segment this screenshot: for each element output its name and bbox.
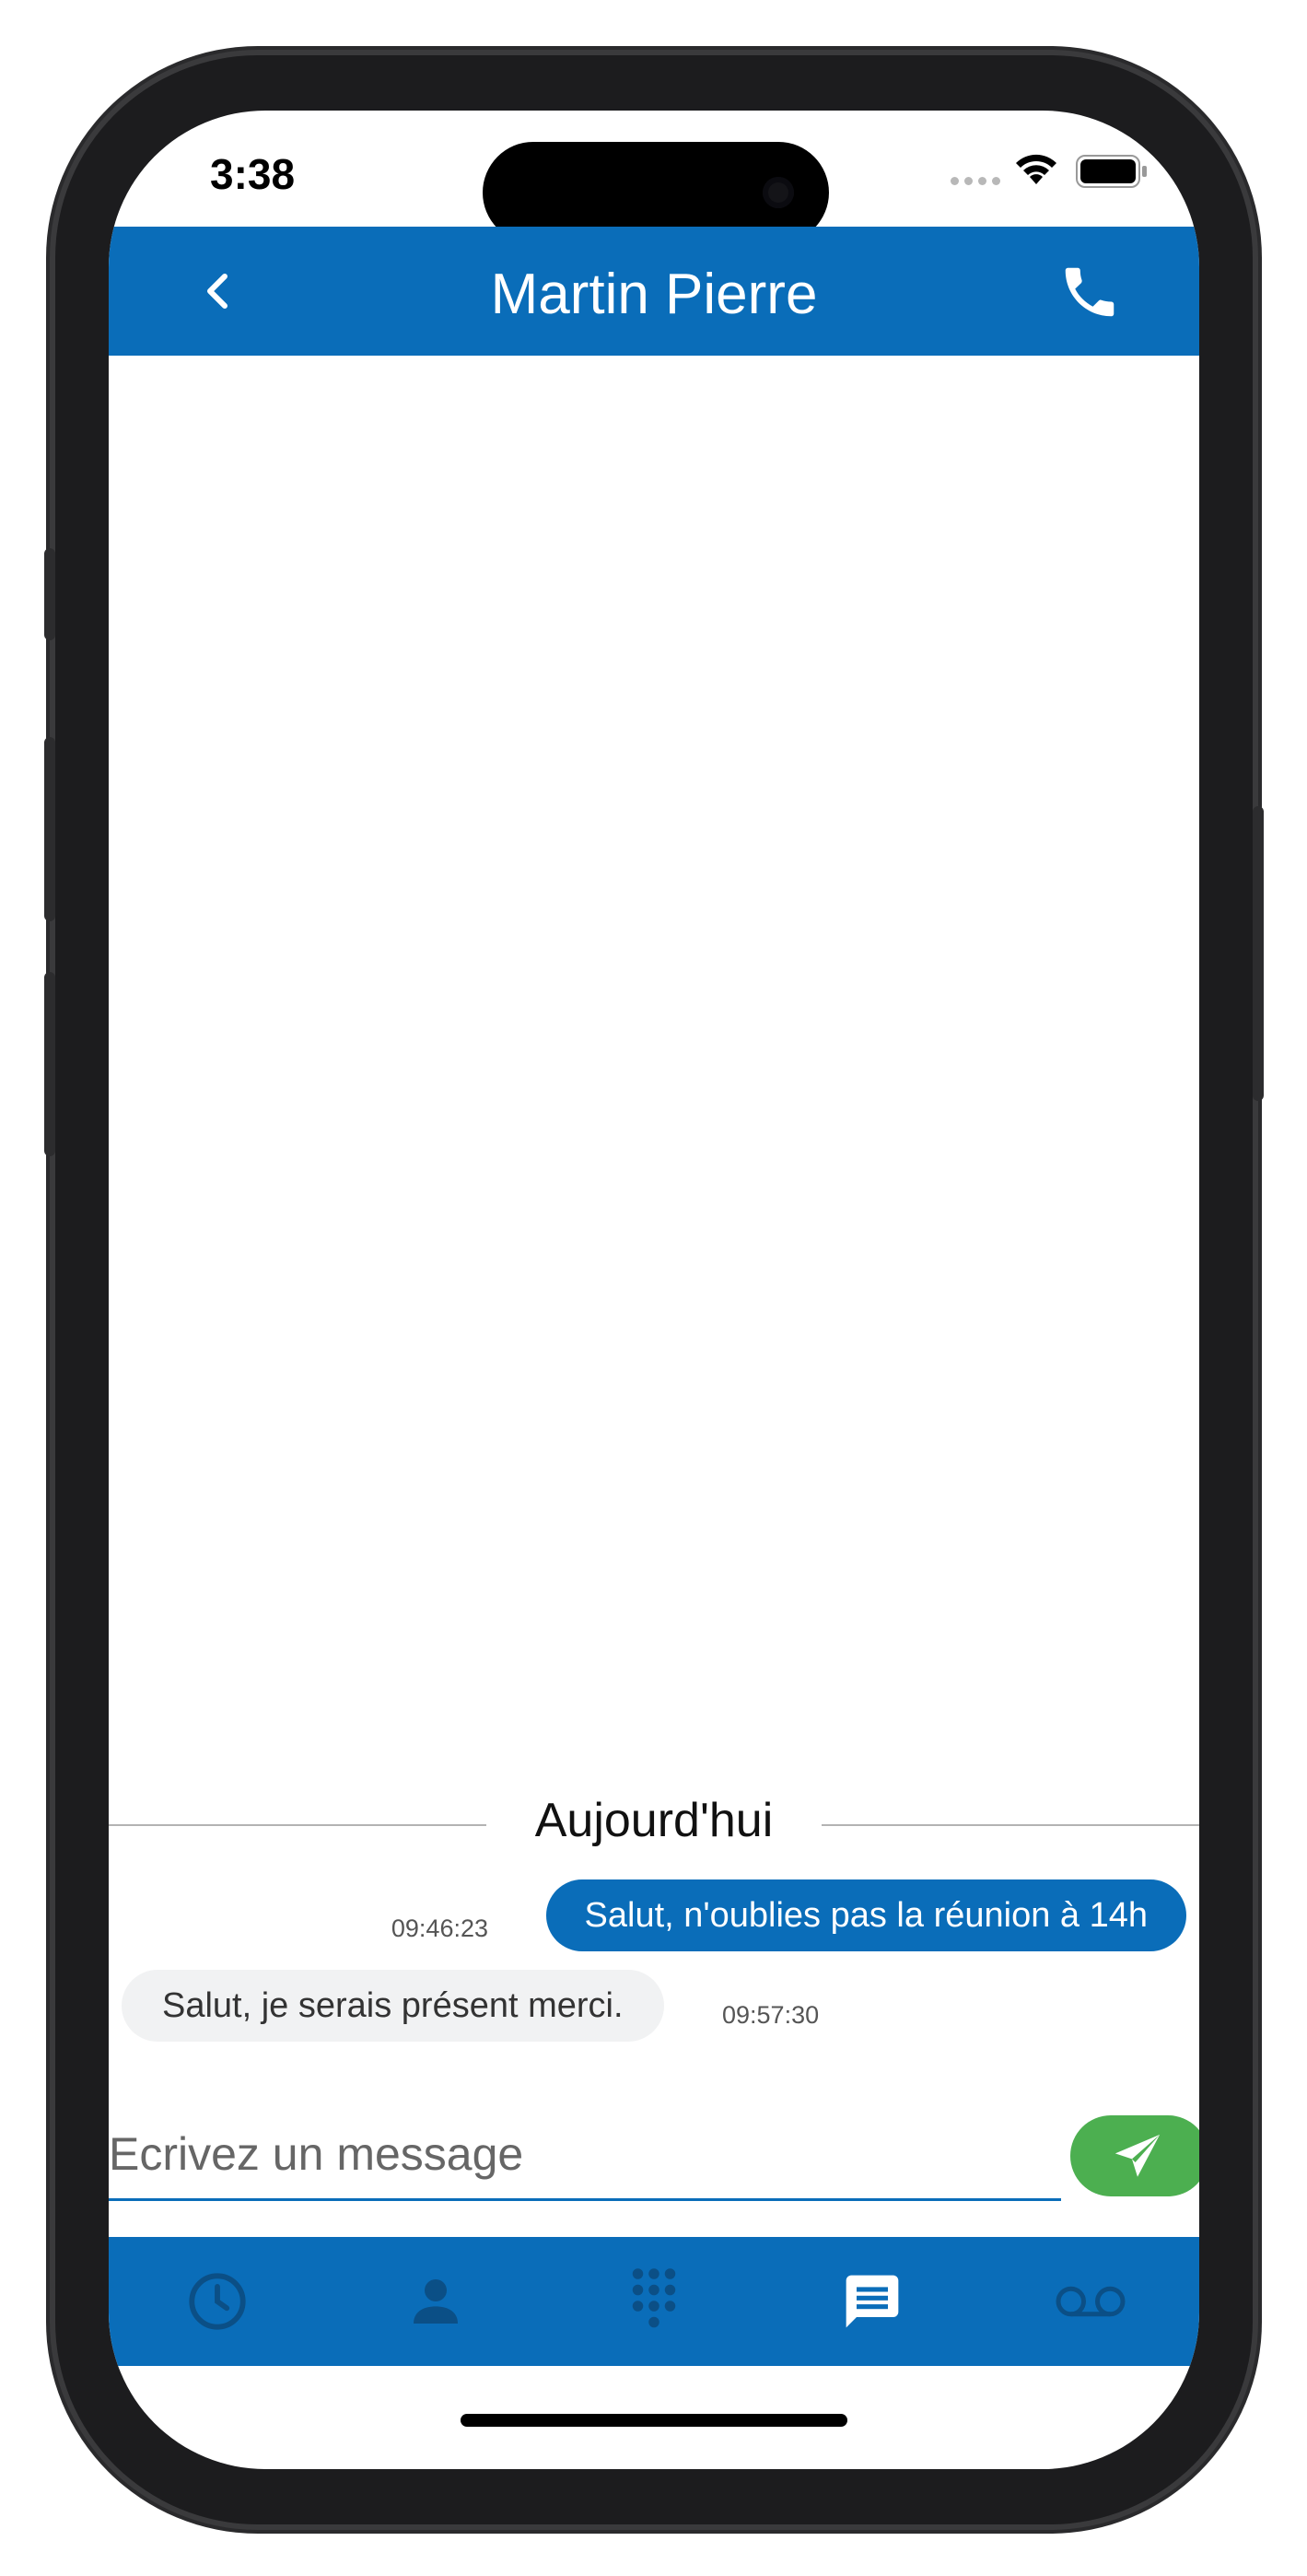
phone-frame: 3:38 Martin Pierre Aujourd'hui 09:46:23 … bbox=[44, 55, 1264, 2524]
bottom-navigation bbox=[109, 2237, 1199, 2366]
dialpad-icon bbox=[632, 2268, 676, 2328]
message-input[interactable] bbox=[109, 2110, 1061, 2201]
phone-icon[interactable] bbox=[1057, 260, 1122, 324]
send-button[interactable] bbox=[1070, 2115, 1199, 2196]
message-icon bbox=[846, 2275, 899, 2328]
message-timestamp: 09:57:30 bbox=[722, 2001, 820, 2029]
day-label: Aujourd'hui bbox=[534, 1794, 774, 1847]
nav-item-history[interactable] bbox=[109, 2237, 327, 2366]
wifi-icon bbox=[1016, 154, 1056, 184]
cellular-signal-icon bbox=[951, 177, 1000, 185]
incoming-message-bubble[interactable]: Salut, je serais présent merci. bbox=[122, 1970, 664, 2042]
camera-icon bbox=[763, 177, 794, 208]
chat-header: Martin Pierre bbox=[109, 227, 1199, 356]
action-button bbox=[44, 548, 55, 640]
volume-down-button bbox=[44, 972, 55, 1156]
nav-item-contacts[interactable] bbox=[327, 2237, 545, 2366]
nav-item-messages[interactable] bbox=[763, 2237, 981, 2366]
outgoing-message-bubble[interactable]: Salut, n'oublies pas la réunion à 14h bbox=[545, 1879, 1186, 1951]
person-icon bbox=[414, 2279, 459, 2324]
home-indicator[interactable] bbox=[461, 2414, 847, 2427]
send-icon bbox=[1114, 2134, 1161, 2177]
voicemail-icon bbox=[1056, 2286, 1126, 2317]
battery-icon bbox=[1076, 155, 1147, 188]
power-button bbox=[1253, 806, 1264, 1101]
contact-name: Martin Pierre bbox=[490, 263, 818, 326]
volume-up-button bbox=[44, 737, 55, 921]
divider-line-right bbox=[822, 1824, 1199, 1826]
nav-item-voicemail[interactable] bbox=[981, 2237, 1199, 2366]
day-divider: Aujourd'hui bbox=[109, 1793, 1199, 1852]
message-timestamp: 09:46:23 bbox=[391, 1914, 488, 1942]
nav-item-dialpad[interactable] bbox=[545, 2237, 764, 2366]
screen: 3:38 Martin Pierre Aujourd'hui 09:46:23 … bbox=[109, 111, 1199, 2469]
clock-icon bbox=[189, 2273, 247, 2330]
status-time: 3:38 bbox=[210, 150, 296, 198]
